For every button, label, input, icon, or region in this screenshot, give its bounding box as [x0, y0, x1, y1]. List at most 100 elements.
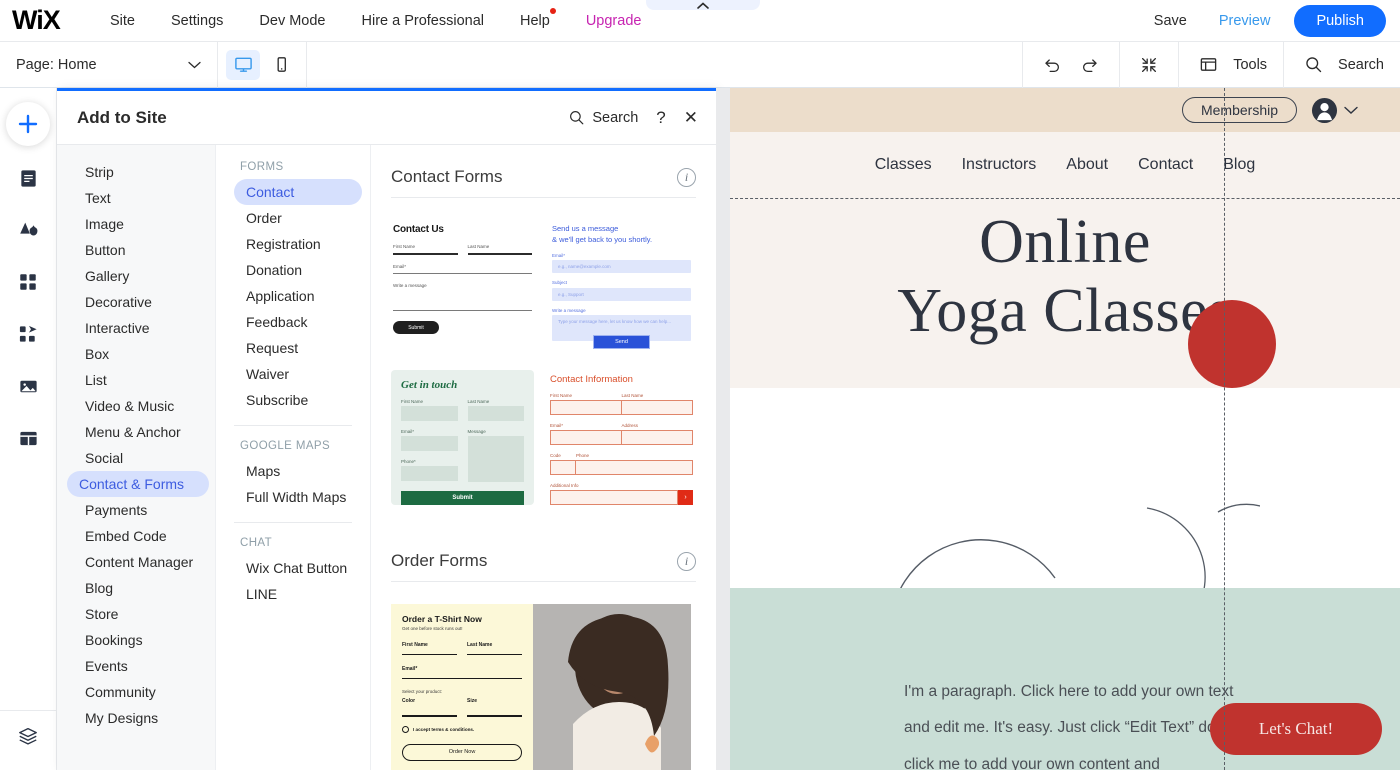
category-events[interactable]: Events — [73, 653, 209, 679]
category-image[interactable]: Image — [73, 211, 209, 237]
close-icon[interactable]: ✕ — [684, 109, 698, 126]
canvas-scrollbar[interactable] — [716, 88, 730, 770]
subitem-subscribe[interactable]: Subscribe — [234, 387, 362, 413]
thumb-row: First Name Email* Phone* Last Name Messa… — [401, 391, 524, 482]
thumbnail-send-us-a-message[interactable]: Send us a message & we'll get back to yo… — [550, 220, 693, 350]
category-contact-forms[interactable]: Contact & Forms — [67, 471, 209, 497]
sidebar-item-add-apps[interactable] — [8, 314, 48, 354]
category-list[interactable]: List — [73, 367, 209, 393]
publish-button[interactable]: Publish — [1294, 4, 1386, 37]
thumb-subject-label: Subject — [552, 280, 568, 286]
page-selector[interactable]: Page: Home — [0, 41, 218, 88]
add-elements-button[interactable] — [6, 102, 50, 146]
thumb-input-line — [467, 715, 522, 717]
category-embed-code[interactable]: Embed Code — [73, 523, 209, 549]
category-store[interactable]: Store — [73, 601, 209, 627]
menu-item-settings[interactable]: Settings — [153, 0, 241, 42]
nav-item-classes[interactable]: Classes — [875, 156, 932, 174]
subitem-request[interactable]: Request — [234, 335, 362, 361]
subitem-full-width-maps[interactable]: Full Width Maps — [234, 484, 362, 510]
search-button[interactable]: Search — [1283, 41, 1400, 88]
nav-item-about[interactable]: About — [1066, 156, 1108, 174]
search-icon — [1300, 52, 1326, 78]
category-box[interactable]: Box — [73, 341, 209, 367]
category-payments[interactable]: Payments — [73, 497, 209, 523]
category-button[interactable]: Button — [73, 237, 209, 263]
sidebar-item-layers[interactable] — [17, 725, 39, 752]
category-decorative[interactable]: Decorative — [73, 289, 209, 315]
category-content-manager[interactable]: Content Manager — [73, 549, 209, 575]
subitem-line[interactable]: LINE — [234, 581, 362, 607]
menu-item-upgrade[interactable]: Upgrade — [568, 0, 660, 42]
sidebar-item-content-manager[interactable] — [8, 418, 48, 458]
desktop-view-button[interactable] — [226, 49, 260, 80]
panel-search-button[interactable]: Search — [568, 109, 638, 126]
category-community[interactable]: Community — [73, 679, 209, 705]
thumb-submit-button: Submit — [401, 491, 524, 505]
preview-button[interactable]: Preview — [1203, 13, 1287, 29]
mobile-icon — [277, 57, 286, 72]
category-strip[interactable]: Strip — [73, 159, 209, 185]
panel-category-list[interactable]: Strip Text Image Button Gallery Decorati… — [57, 145, 216, 770]
nav-item-blog[interactable]: Blog — [1223, 156, 1255, 174]
panel-subcategory-list[interactable]: FORMS Contact Order Registration Donatio… — [216, 145, 371, 770]
redo-button[interactable] — [1077, 52, 1103, 78]
save-button[interactable]: Save — [1138, 13, 1203, 29]
thumb-submit-row: › — [550, 490, 693, 505]
thumb-field — [401, 406, 458, 421]
mobile-view-button[interactable] — [264, 50, 298, 80]
thumb-last-name-label: Last Name — [467, 244, 490, 249]
sidebar-item-pages[interactable] — [8, 158, 48, 198]
info-icon[interactable]: i — [677, 551, 696, 571]
category-interactive[interactable]: Interactive — [73, 315, 209, 341]
zoom-out-group[interactable] — [1119, 41, 1178, 88]
zoom-out-button[interactable] — [1136, 52, 1162, 78]
membership-button[interactable]: Membership — [1181, 97, 1297, 123]
thumbnail-get-in-touch[interactable]: Get in touch First Name Email* Phone* La… — [391, 370, 534, 505]
content-manager-icon — [19, 431, 37, 445]
thumb-title: Order a T-Shirt Now — [402, 614, 482, 624]
thumbnail-contact-us[interactable]: Contact Us First Name Last Name Email* W… — [391, 220, 534, 348]
info-icon[interactable]: i — [677, 167, 696, 187]
subitem-waiver[interactable]: Waiver — [234, 361, 362, 387]
lets-chat-button[interactable]: Let's Chat! — [1210, 703, 1382, 755]
undo-button[interactable] — [1039, 52, 1065, 78]
panel-preview-area[interactable]: Contact Forms i Contact Us First Name La… — [371, 145, 716, 770]
site-paragraph[interactable]: I'm a paragraph. Click here to add your … — [904, 674, 1249, 770]
subitem-wix-chat-button[interactable]: Wix Chat Button — [234, 555, 362, 581]
help-icon[interactable]: ? — [656, 109, 665, 126]
category-text[interactable]: Text — [73, 185, 209, 211]
category-bookings[interactable]: Bookings — [73, 627, 209, 653]
sidebar-item-design[interactable] — [8, 210, 48, 250]
category-menu-anchor[interactable]: Menu & Anchor — [73, 419, 209, 445]
category-gallery[interactable]: Gallery — [73, 263, 209, 289]
category-social[interactable]: Social — [73, 445, 209, 471]
menu-item-site[interactable]: Site — [92, 0, 153, 42]
subitem-donation[interactable]: Donation — [234, 257, 362, 283]
subitem-maps[interactable]: Maps — [234, 458, 362, 484]
category-video-music[interactable]: Video & Music — [73, 393, 209, 419]
menu-item-help[interactable]: Help — [502, 0, 568, 42]
divider — [234, 425, 352, 426]
subitem-order[interactable]: Order — [234, 205, 362, 231]
theme-design-icon — [20, 222, 38, 236]
category-my-designs[interactable]: My Designs — [73, 705, 209, 731]
subitem-application[interactable]: Application — [234, 283, 362, 309]
tools-button[interactable]: Tools — [1178, 41, 1283, 88]
thumbnail-contact-information[interactable]: Contact Information First Name Last Name… — [550, 370, 693, 505]
menu-item-dev-mode[interactable]: Dev Mode — [241, 0, 343, 42]
nav-item-instructors[interactable]: Instructors — [962, 156, 1037, 174]
subitem-feedback[interactable]: Feedback — [234, 309, 362, 335]
sidebar-item-apps[interactable] — [8, 262, 48, 302]
menu-item-hire-a-professional[interactable]: Hire a Professional — [344, 0, 503, 42]
nav-item-contact[interactable]: Contact — [1138, 156, 1193, 174]
sidebar-item-media[interactable] — [8, 366, 48, 406]
thumb-email-label: Email* — [550, 423, 564, 428]
collapse-toolbar-tab[interactable] — [646, 0, 760, 10]
subitem-registration[interactable]: Registration — [234, 231, 362, 257]
subitem-contact[interactable]: Contact — [234, 179, 362, 205]
category-blog[interactable]: Blog — [73, 575, 209, 601]
thumbnail-order-a-tshirt[interactable]: Order a T-Shirt Now Get one before stock… — [391, 604, 691, 770]
wix-logo[interactable]: WiX — [12, 5, 70, 36]
account-menu[interactable] — [1311, 97, 1358, 124]
